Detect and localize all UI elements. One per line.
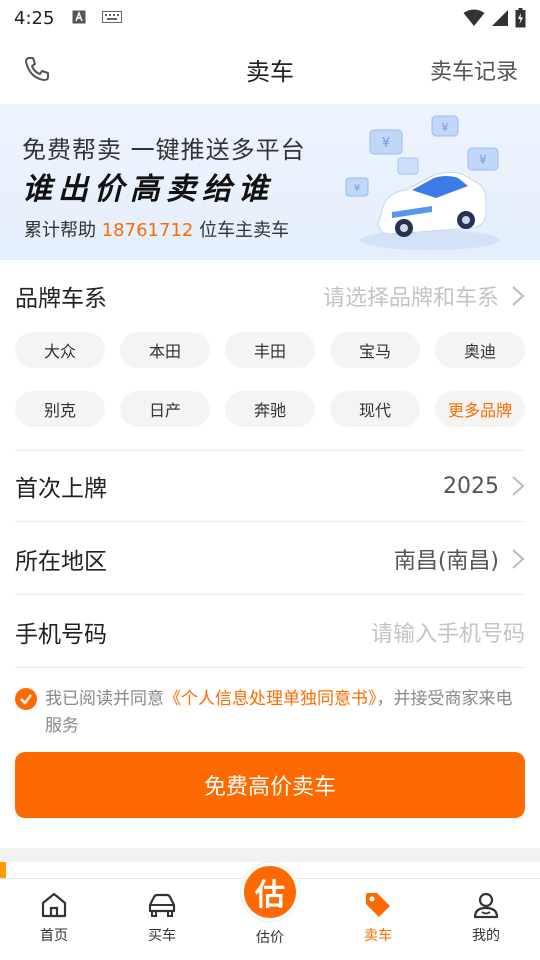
banner-slogan: 免费帮卖 一键推送多平台 <box>22 136 306 164</box>
tab-buy-label: 买车 <box>148 928 176 944</box>
tab-estimate-label: 估价 <box>256 930 284 946</box>
phone-row[interactable]: 手机号码 请输入手机号码 <box>15 596 525 668</box>
car-illustration: ¥ ¥ ¥ ¥ <box>345 115 500 250</box>
banner-counter-prefix: 累计帮助 <box>24 220 102 241</box>
region-row[interactable]: 所在地区 南昌(南昌) <box>15 523 525 595</box>
tab-mine[interactable]: 我的 <box>446 889 526 945</box>
brand-chip[interactable]: 别克 <box>15 391 105 427</box>
agreement-prefix: 我已阅读并同意 <box>45 689 164 709</box>
brand-chip[interactable]: 大众 <box>15 332 105 368</box>
banner-counter-suffix: 位车主卖车 <box>193 220 290 241</box>
sell-record-link[interactable]: 卖车记录 <box>430 54 518 86</box>
keyboard-a-icon <box>72 10 86 27</box>
brand-label: 品牌车系 <box>15 286 107 312</box>
agreement-link[interactable]: 《个人信息处理单独同意书》 <box>164 689 377 709</box>
brand-chips-row-1: 大众 本田 丰田 宝马 奥迪 <box>15 332 525 368</box>
tab-sell-label: 卖车 <box>364 928 392 944</box>
estimate-badge: 估 <box>241 863 299 921</box>
wifi-icon <box>463 9 485 26</box>
brand-chip[interactable]: 奔驰 <box>225 391 315 427</box>
banner-headline: 谁出价高卖给谁 <box>22 172 274 207</box>
first-registration-row[interactable]: 首次上牌 2025 <box>15 450 525 522</box>
brand-placeholder: 请选择品牌和车系 <box>322 286 499 311</box>
agreement-checkbox[interactable] <box>15 688 37 710</box>
brand-chip[interactable]: 奥迪 <box>435 332 525 368</box>
chevron-right-icon <box>512 476 525 496</box>
signal-icon <box>492 10 508 26</box>
svg-text:¥: ¥ <box>479 153 487 167</box>
check-icon <box>20 694 32 705</box>
brand-chip[interactable]: 宝马 <box>330 332 420 368</box>
phone-label: 手机号码 <box>15 621 107 648</box>
promo-banner[interactable]: 免费帮卖 一键推送多平台 谁出价高卖给谁 累计帮助 18761712 位车主卖车… <box>0 104 540 260</box>
top-bar: 卖车 卖车记录 <box>0 36 540 104</box>
chevron-right-icon <box>512 286 525 306</box>
tab-home-label: 首页 <box>40 928 68 944</box>
more-brands-chip[interactable]: 更多品牌 <box>435 391 525 427</box>
brand-chip[interactable]: 丰田 <box>225 332 315 368</box>
region-value: 南昌(南昌) <box>393 548 499 574</box>
user-icon <box>473 892 499 919</box>
brand-chip[interactable]: 现代 <box>330 391 420 427</box>
phone-input[interactable]: 请输入手机号码 <box>371 616 525 648</box>
svg-text:¥: ¥ <box>354 183 360 194</box>
status-bar: 4:25 <box>0 0 540 36</box>
car-icon <box>148 893 176 917</box>
price-tag-icon <box>366 893 390 917</box>
brand-chip[interactable]: 日产 <box>120 391 210 427</box>
home-icon <box>41 892 67 918</box>
tab-estimate[interactable]: 估 估价 <box>240 863 300 947</box>
first-registration-value: 2025 <box>443 473 499 499</box>
brand-chip[interactable]: 本田 <box>120 332 210 368</box>
tab-sell[interactable]: 卖车 <box>338 889 418 945</box>
banner-counter: 累计帮助 18761712 位车主卖车 <box>24 216 289 242</box>
bottom-tab-bar: 首页 买车 估 估价 卖车 我的 <box>0 863 540 960</box>
svg-text:¥: ¥ <box>442 121 449 134</box>
brand-chips-row-2: 别克 日产 奔驰 现代 更多品牌 <box>15 391 525 427</box>
brand-row[interactable]: 品牌车系 请选择品牌和车系 <box>15 260 525 332</box>
tab-home[interactable]: 首页 <box>14 889 94 945</box>
keyboard-icon <box>102 10 123 26</box>
tab-mine-label: 我的 <box>472 928 500 944</box>
chevron-right-icon <box>512 548 525 569</box>
banner-count: 18761712 <box>101 220 194 241</box>
sell-car-form: 品牌车系 请选择品牌和车系 大众 本田 丰田 宝马 奥迪 别克 日产 奔驰 现代… <box>0 260 540 848</box>
region-label: 所在地区 <box>15 548 107 575</box>
submit-sell-button[interactable]: 免费高价卖车 <box>15 752 525 818</box>
status-time: 4:25 <box>14 7 55 29</box>
agreement: 我已阅读并同意《个人信息处理单独同意书》，并接受商家来电服务 <box>15 686 525 740</box>
svg-text:¥: ¥ <box>382 136 390 151</box>
first-registration-label: 首次上牌 <box>15 476 107 502</box>
battery-icon <box>515 8 526 28</box>
tab-buy[interactable]: 买车 <box>122 889 202 945</box>
